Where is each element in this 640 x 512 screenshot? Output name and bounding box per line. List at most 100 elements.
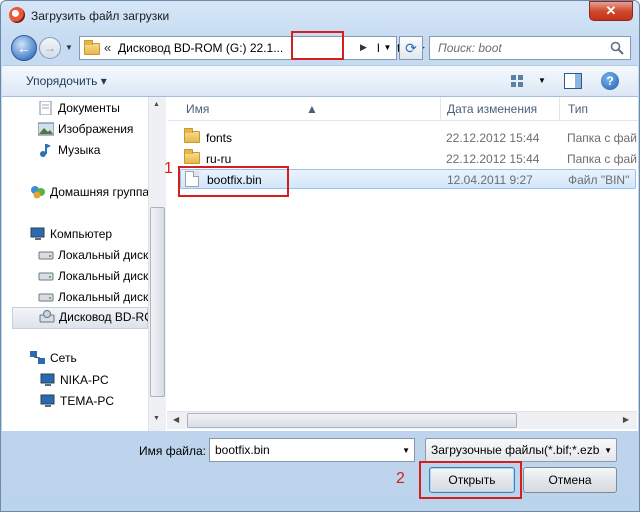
organize-button[interactable]: Упорядочить ▾ bbox=[26, 74, 107, 88]
file-list: ▲ Имя Дата изменения Тип fonts 22.12.201… bbox=[168, 97, 638, 431]
chevron-down-icon[interactable]: ▼ bbox=[604, 446, 612, 455]
address-dropdown-button[interactable]: ▼ bbox=[379, 36, 397, 60]
sidebar-item-label: NIKA-PC bbox=[60, 373, 109, 387]
sidebar-item-pictures[interactable]: Изображения bbox=[38, 120, 148, 140]
column-divider[interactable] bbox=[559, 97, 560, 121]
filetype-value: Загрузочные файлы(*.bif;*.ezb bbox=[431, 443, 599, 457]
file-type: Папка с фай bbox=[567, 131, 637, 145]
content-area: Документы Изображения Музыка Домашняя гр… bbox=[2, 97, 638, 431]
sidebar-item-local-disk[interactable]: Локальный диск bbox=[38, 246, 148, 266]
step-marker-2: 2 bbox=[396, 470, 405, 487]
highlight-box-file bbox=[178, 166, 289, 197]
network-icon bbox=[30, 351, 45, 364]
chevron-right-icon[interactable]: ▶ bbox=[360, 42, 367, 53]
close-button[interactable]: ✕ bbox=[589, 1, 633, 21]
sidebar-item-label: Локальный диск bbox=[58, 269, 149, 283]
sidebar-item-documents[interactable]: Документы bbox=[38, 99, 148, 119]
search-input[interactable]: Поиск: boot bbox=[429, 36, 631, 60]
sidebar-item-network[interactable]: Сеть bbox=[30, 349, 148, 369]
address-bar[interactable]: « Дисковод BD-ROM (G:) 22.1... ▶ boot ▶ bbox=[79, 36, 425, 60]
sidebar-item-label: Домашняя группа bbox=[50, 185, 150, 199]
command-toolbar: Упорядочить ▾ ▼ ? bbox=[2, 65, 638, 97]
highlight-box-open bbox=[419, 461, 522, 499]
drive-icon bbox=[38, 251, 54, 260]
sidebar-item-label: Изображения bbox=[58, 122, 134, 136]
sidebar-item-label: Дисковод BD-RO bbox=[59, 310, 154, 324]
sidebar-item-bd-rom[interactable]: Дисковод BD-RO bbox=[12, 307, 154, 329]
chevron-down-icon[interactable]: ▼ bbox=[402, 446, 410, 455]
homegroup-icon bbox=[31, 186, 45, 199]
cancel-button[interactable]: Отмена bbox=[523, 467, 617, 493]
column-divider[interactable] bbox=[440, 97, 441, 121]
overflow-chevron[interactable]: « bbox=[104, 40, 111, 55]
pictures-icon bbox=[38, 122, 54, 136]
views-icon[interactable] bbox=[510, 74, 524, 88]
sidebar-item-label: Компьютер bbox=[50, 227, 113, 241]
sidebar-scrollbar[interactable]: ▲ ▼ bbox=[148, 97, 166, 431]
preview-pane-icon[interactable] bbox=[564, 73, 582, 89]
sidebar-item-music[interactable]: Музыка bbox=[38, 141, 148, 161]
sort-ascending-icon: ▲ bbox=[306, 102, 318, 116]
filetype-select[interactable]: Загрузочные файлы(*.bif;*.ezb ▼ bbox=[425, 438, 617, 462]
scroll-up-icon[interactable]: ▲ bbox=[153, 101, 160, 108]
column-name[interactable]: Имя bbox=[186, 102, 209, 116]
column-header-row: ▲ Имя Дата изменения Тип bbox=[168, 97, 638, 121]
help-icon[interactable]: ? bbox=[601, 72, 619, 90]
column-date-modified[interactable]: Дата изменения bbox=[447, 102, 537, 116]
views-dropdown-icon[interactable]: ▼ bbox=[538, 76, 546, 85]
music-icon bbox=[40, 144, 51, 157]
scroll-left-icon[interactable]: ◀ bbox=[173, 415, 179, 424]
file-row-fonts[interactable]: fonts 22.12.2012 15:44 Папка с фай bbox=[180, 128, 637, 148]
search-icon bbox=[610, 41, 624, 55]
sidebar-item-tema-pc[interactable]: TEMA-PC bbox=[40, 392, 148, 412]
file-type: Файл "BIN" bbox=[568, 173, 630, 187]
title-bar: Загрузить файл загрузки ✕ bbox=[1, 1, 639, 31]
file-name: ru-ru bbox=[206, 152, 232, 166]
breadcrumb-drive[interactable]: Дисковод BD-ROM (G:) 22.1... bbox=[118, 41, 283, 55]
sidebar-item-label: Локальный диск bbox=[58, 290, 149, 304]
file-date: 22.12.2012 15:44 bbox=[446, 131, 540, 145]
file-date: 22.12.2012 15:44 bbox=[446, 152, 540, 166]
back-button[interactable]: ← bbox=[11, 35, 37, 61]
sidebar-item-label: Документы bbox=[58, 101, 120, 115]
column-type[interactable]: Тип bbox=[568, 102, 588, 116]
sidebar-item-label: TEMA-PC bbox=[60, 394, 114, 408]
search-placeholder: Поиск: boot bbox=[438, 41, 502, 55]
folder-icon bbox=[184, 149, 200, 164]
filename-value: bootfix.bin bbox=[215, 443, 270, 457]
app-icon bbox=[9, 7, 25, 23]
recent-pages-dropdown[interactable]: ▼ bbox=[65, 43, 73, 52]
sidebar-item-label: Сеть bbox=[50, 351, 77, 365]
scroll-down-icon[interactable]: ▼ bbox=[153, 415, 160, 422]
sidebar-item-label: Локальный диск bbox=[58, 248, 149, 262]
documents-icon bbox=[39, 101, 52, 115]
refresh-button[interactable]: ⟳ bbox=[399, 36, 423, 60]
window-title: Загрузить файл загрузки bbox=[31, 9, 170, 23]
sidebar-item-local-disk[interactable]: Локальный диск bbox=[38, 288, 148, 308]
highlight-box-address bbox=[291, 31, 344, 60]
filename-field[interactable]: bootfix.bin ▼ bbox=[209, 438, 415, 462]
sidebar-item-label: Музыка bbox=[58, 143, 101, 157]
forward-button[interactable]: → bbox=[39, 37, 61, 59]
scroll-thumb[interactable] bbox=[150, 207, 165, 397]
sidebar-item-nika-pc[interactable]: NIKA-PC bbox=[40, 371, 148, 391]
folder-icon bbox=[184, 128, 200, 143]
file-list-hscrollbar[interactable]: ◀ ▶ bbox=[167, 411, 637, 429]
scroll-thumb[interactable] bbox=[187, 413, 517, 428]
computer-icon bbox=[30, 227, 45, 240]
file-name: fonts bbox=[206, 131, 233, 145]
navigation-pane: Документы Изображения Музыка Домашняя гр… bbox=[2, 97, 166, 431]
filename-label: Имя файла: bbox=[139, 444, 206, 458]
folder-icon bbox=[84, 40, 100, 55]
sidebar-item-local-disk[interactable]: Локальный диск bbox=[38, 267, 148, 287]
sidebar-item-computer[interactable]: Компьютер bbox=[30, 225, 148, 245]
pc-icon bbox=[40, 394, 55, 407]
file-date: 12.04.2011 9:27 bbox=[447, 173, 533, 187]
drive-icon bbox=[38, 293, 54, 302]
step-marker-1: 1 bbox=[164, 160, 173, 177]
sidebar-item-homegroup[interactable]: Домашняя группа bbox=[30, 183, 150, 203]
scroll-right-icon[interactable]: ▶ bbox=[623, 415, 629, 424]
file-type: Папка с фай bbox=[567, 152, 637, 166]
open-file-dialog: Загрузить файл загрузки ✕ ← → ▼ « Дисков… bbox=[0, 0, 640, 512]
pc-icon bbox=[40, 373, 55, 386]
